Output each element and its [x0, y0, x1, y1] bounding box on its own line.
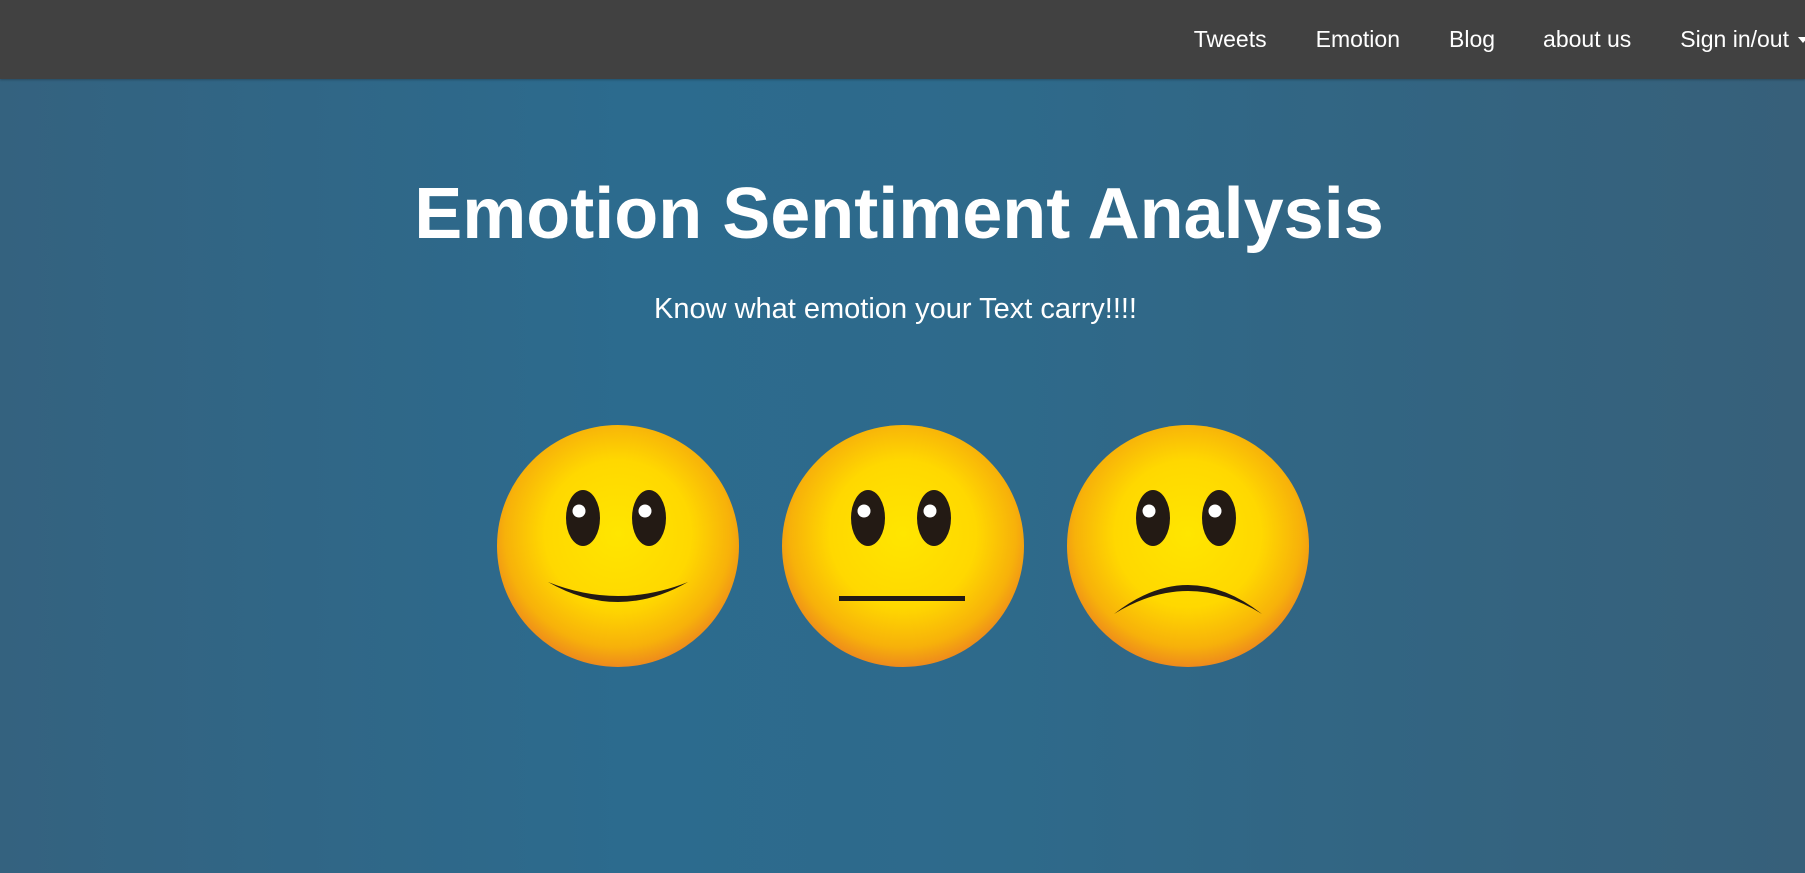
sign-in-out-label: Sign in/out	[1680, 26, 1789, 52]
neutral-face-icon	[782, 425, 1024, 667]
happy-face-icon	[497, 425, 739, 667]
page-title: Emotion Sentiment Analysis	[414, 174, 1384, 254]
nav-link-emotion[interactable]: Emotion	[1316, 26, 1400, 53]
top-navbar: Tweets Emotion Blog about us Sign in/out	[0, 0, 1805, 79]
sad-face-icon	[1067, 425, 1309, 667]
hero-section: Emotion Sentiment Analysis Know what emo…	[0, 79, 1805, 873]
nav-menu: Tweets Emotion Blog about us Sign in/out	[1194, 0, 1805, 79]
nav-link-blog[interactable]: Blog	[1449, 26, 1495, 53]
nav-dropdown-sign-in-out[interactable]: Sign in/out	[1680, 26, 1805, 53]
nav-link-tweets[interactable]: Tweets	[1194, 26, 1267, 53]
caret-down-icon	[1798, 36, 1805, 43]
nav-link-about-us[interactable]: about us	[1543, 26, 1631, 53]
page-subtitle: Know what emotion your Text carry!!!!	[653, 293, 1137, 325]
